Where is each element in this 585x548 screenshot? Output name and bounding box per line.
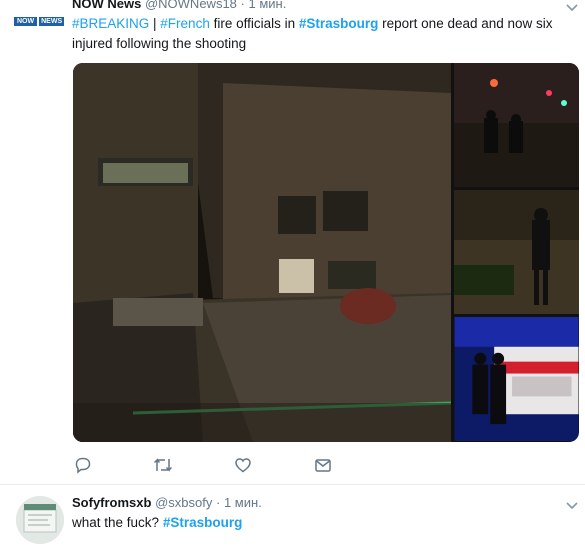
photo-main[interactable] xyxy=(73,63,451,442)
tweet-text: what the fuck? #Strasbourg xyxy=(72,514,242,532)
text-part-1: what the fuck? xyxy=(72,515,163,530)
photo-side-3[interactable] xyxy=(454,317,579,441)
chevron-down-icon[interactable] xyxy=(565,500,579,510)
tweet-text: #BREAKING | #French fire officials in #S… xyxy=(72,14,577,54)
tweet-header: Sofyfromsxb @sxbsofy · 1 мин. xyxy=(72,495,262,510)
avatar-now-label: NOW xyxy=(14,16,38,26)
author-name[interactable]: Sofyfromsxb xyxy=(72,495,151,510)
envelope-icon xyxy=(315,459,331,472)
retweet-button[interactable] xyxy=(152,455,174,475)
reply-button[interactable] xyxy=(72,455,94,475)
hashtag-strasbourg[interactable]: #Strasbourg xyxy=(163,515,243,530)
separator-dot: · xyxy=(240,0,245,11)
timestamp[interactable]: 1 мин. xyxy=(224,495,262,510)
photo-side-2[interactable] xyxy=(454,190,579,314)
avatar[interactable] xyxy=(16,496,64,544)
message-button[interactable] xyxy=(312,455,334,475)
author-handle[interactable]: @NOWNews18 xyxy=(145,0,237,11)
tweet-now-news[interactable]: NOW NEWS NOW News @NOWNews18 · 1 мин. #B… xyxy=(0,0,585,485)
like-button[interactable] xyxy=(232,455,254,475)
heart-icon xyxy=(235,458,251,473)
avatar[interactable]: NOW NEWS xyxy=(14,9,65,33)
text-part-1: fire officials in xyxy=(209,16,299,31)
author-handle[interactable]: @sxbsofy xyxy=(155,495,212,510)
author-name[interactable]: NOW News xyxy=(72,0,141,11)
media-grid xyxy=(73,63,579,442)
tweet-actions xyxy=(72,455,372,475)
avatar-image xyxy=(16,496,64,544)
separator-dot: · xyxy=(216,495,221,510)
retweet-icon xyxy=(153,458,173,472)
avatar-news-label: NEWS xyxy=(39,16,65,26)
hashtag-strasbourg[interactable]: #Strasbourg xyxy=(299,16,379,31)
reply-icon xyxy=(75,457,91,474)
text-pipe: | xyxy=(149,16,161,31)
photo-side-1[interactable] xyxy=(454,63,579,187)
timestamp[interactable]: 1 мин. xyxy=(249,0,287,11)
chevron-down-icon[interactable] xyxy=(565,2,579,12)
tweet-sofyfromsxb[interactable]: Sofyfromsxb @sxbsofy · 1 мин. what the f… xyxy=(0,486,585,548)
tweet-header: NOW News @NOWNews18 · 1 мин. xyxy=(72,0,286,11)
hashtag-breaking[interactable]: #BREAKING xyxy=(72,16,149,31)
hashtag-french[interactable]: #French xyxy=(160,16,210,31)
